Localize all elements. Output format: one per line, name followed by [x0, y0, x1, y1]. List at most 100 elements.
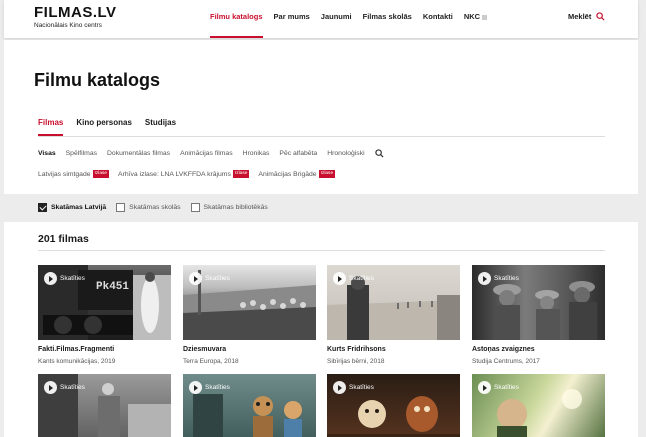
filter-hronologiski[interactable]: Hronoloģiski — [327, 150, 364, 157]
film-card[interactable]: Skatīties Dziesmuvara Terra Europa, 2018 — [183, 265, 316, 365]
watch-label: Skatīties — [205, 384, 230, 391]
logo[interactable]: FILMAS.LV Nacionālais Kino centrs — [34, 5, 117, 30]
logo-main: FILMAS.LV — [34, 4, 117, 21]
tabs-divider — [38, 136, 605, 137]
filter-animacijas[interactable]: Animācijas filmas — [180, 150, 233, 157]
collection-tags: Latvijas simtgade Izlase Arhīva izlase: L… — [38, 170, 344, 178]
checkbox-label: Skatāmas skolās — [129, 204, 181, 211]
results-divider — [38, 250, 605, 251]
tag-latvijas-simtgade[interactable]: Latvijas simtgade Izlase — [38, 170, 110, 178]
watch-label: Skatīties — [494, 275, 519, 282]
film-card[interactable]: Pk451 Skatīties Fakti.Filmas.Fragmenti K… — [38, 265, 171, 365]
watch-label: Skatīties — [349, 275, 374, 282]
play-icon — [333, 272, 346, 285]
result-count: 201 filmas — [38, 233, 89, 245]
filter-hronikas[interactable]: Hronikas — [243, 150, 270, 157]
nav-par-mums[interactable]: Par mums — [274, 0, 310, 38]
izlase-badge: Izlase — [318, 170, 336, 178]
tab-kino-personas[interactable]: Kino personas — [76, 118, 132, 136]
film-thumbnail[interactable]: Pk451 Skatīties — [38, 265, 171, 340]
nav-jaunumi[interactable]: Jaunumi — [321, 0, 352, 38]
checkbox-box[interactable] — [190, 203, 200, 212]
play-icon — [44, 272, 57, 285]
watch-button[interactable]: Skatīties — [478, 381, 519, 394]
film-card[interactable]: Skatīties Kurts Fridrihsons Sibīrijas bē… — [327, 265, 460, 365]
tag-animacijas-brigade[interactable]: Animācijas Brigāde Izlase — [258, 170, 336, 178]
film-title[interactable]: Astoņas zvaigznes — [472, 346, 605, 353]
nav-nkc[interactable]: NKC — [463, 0, 488, 38]
search-button[interactable]: Meklēt — [568, 12, 605, 21]
checkbox-label: Skatāmas Latvijā — [51, 204, 107, 211]
play-icon — [478, 381, 491, 394]
film-card[interactable]: Skatīties — [327, 374, 460, 437]
checkbox-box[interactable] — [116, 203, 126, 212]
watch-label: Skatīties — [60, 275, 85, 282]
film-thumbnail[interactable]: Skatīties — [38, 374, 171, 437]
watch-button[interactable]: Skatīties — [333, 272, 374, 285]
main-nav: Filmu katalogs Par mums Jaunumi Filmas s… — [210, 0, 498, 38]
film-card[interactable]: Skatīties — [472, 374, 605, 437]
watch-button[interactable]: Skatīties — [44, 272, 85, 285]
film-meta: Sibīrijas bērni, 2018 — [327, 358, 385, 365]
tab-studijas[interactable]: Studijas — [145, 118, 176, 136]
watch-label: Skatīties — [349, 384, 374, 391]
film-meta: Kants komunikācijas, 2019 — [38, 358, 116, 365]
tag-arhiva-izlase[interactable]: Arhīva izlase: LNA LVKFFDA krājums Izlase — [118, 170, 250, 178]
watch-button[interactable]: Skatīties — [333, 381, 374, 394]
checkbox-skatamas-skolas[interactable]: Skatāmas skolās — [116, 203, 181, 212]
film-thumbnail[interactable]: Skatīties — [327, 265, 460, 340]
filter-visas[interactable]: Visas — [38, 150, 56, 157]
filter-spelfilmas[interactable]: Spēlfilmas — [66, 150, 97, 157]
nav-nkc-label: NKC — [463, 12, 481, 21]
tag-label: Arhīva izlase: LNA LVKFFDA krājums — [118, 170, 231, 178]
checkbox-skatamas-bibliotekas[interactable]: Skatāmas bibliotēkās — [190, 203, 268, 212]
tag-label: Animācijas Brigāde — [258, 170, 317, 178]
film-thumbnail[interactable]: Skatīties — [183, 374, 316, 437]
catalog-tabs: Filmas Kino personas Studijas — [38, 118, 189, 136]
film-card[interactable]: Skatīties — [38, 374, 171, 437]
watch-button[interactable]: Skatīties — [189, 272, 230, 285]
page-title: Filmu katalogs — [34, 70, 161, 90]
play-icon — [333, 381, 346, 394]
nav-kontakti[interactable]: Kontakti — [423, 0, 453, 38]
external-icon — [482, 14, 488, 20]
watch-button[interactable]: Skatīties — [44, 381, 85, 394]
film-meta: Studija Centrums, 2017 — [472, 358, 540, 365]
film-thumbnail[interactable]: Skatīties — [472, 374, 605, 437]
film-thumbnail[interactable]: Skatīties — [183, 265, 316, 340]
watch-label: Skatīties — [60, 384, 85, 391]
izlase-badge: Izlase — [92, 170, 110, 178]
checkbox-label: Skatāmas bibliotēkās — [203, 204, 268, 211]
logo-subtitle: Nacionālais Kino centrs — [34, 22, 102, 29]
filter-dokumentalas[interactable]: Dokumentālas filmas — [107, 150, 170, 157]
type-filters: Visas Spēlfilmas Dokumentālas filmas Ani… — [38, 149, 384, 158]
nav-filmu-katalogs[interactable]: Filmu katalogs — [210, 0, 263, 38]
izlase-badge: Izlase — [232, 170, 250, 178]
search-icon — [596, 12, 605, 21]
film-card[interactable]: Skatīties Astoņas zvaigznes Studija Cent… — [472, 265, 605, 365]
watch-label: Skatīties — [494, 384, 519, 391]
watch-button[interactable]: Skatīties — [189, 381, 230, 394]
thumbnail-text: Pk451 — [96, 281, 130, 293]
film-title[interactable]: Dziesmuvara — [183, 346, 316, 353]
filter-alfabeta[interactable]: Pēc alfabēta — [279, 150, 317, 157]
film-meta: Terra Europa, 2018 — [183, 358, 239, 365]
tag-label: Latvijas simtgade — [38, 170, 91, 178]
watch-button[interactable]: Skatīties — [478, 272, 519, 285]
nav-filmas-skolas[interactable]: Filmas skolās — [363, 0, 412, 38]
film-thumbnail[interactable]: Skatīties — [327, 374, 460, 437]
tab-filmas[interactable]: Filmas — [38, 118, 64, 136]
play-icon — [478, 272, 491, 285]
film-thumbnail[interactable]: Skatīties — [472, 265, 605, 340]
availability-checkboxes: Skatāmas Latvijā Skatāmas skolās Skatāma… — [38, 203, 278, 212]
film-card[interactable]: Skatīties — [183, 374, 316, 437]
play-icon — [189, 272, 202, 285]
filter-search-icon[interactable] — [374, 149, 384, 158]
play-icon — [44, 381, 57, 394]
play-icon — [189, 381, 202, 394]
search-label: Meklēt — [568, 12, 592, 21]
checkbox-box[interactable] — [38, 203, 47, 212]
film-title[interactable]: Kurts Fridrihsons — [327, 346, 460, 353]
checkbox-skatamas-latvija[interactable]: Skatāmas Latvijā — [38, 203, 106, 212]
film-title[interactable]: Fakti.Filmas.Fragmenti — [38, 346, 171, 353]
